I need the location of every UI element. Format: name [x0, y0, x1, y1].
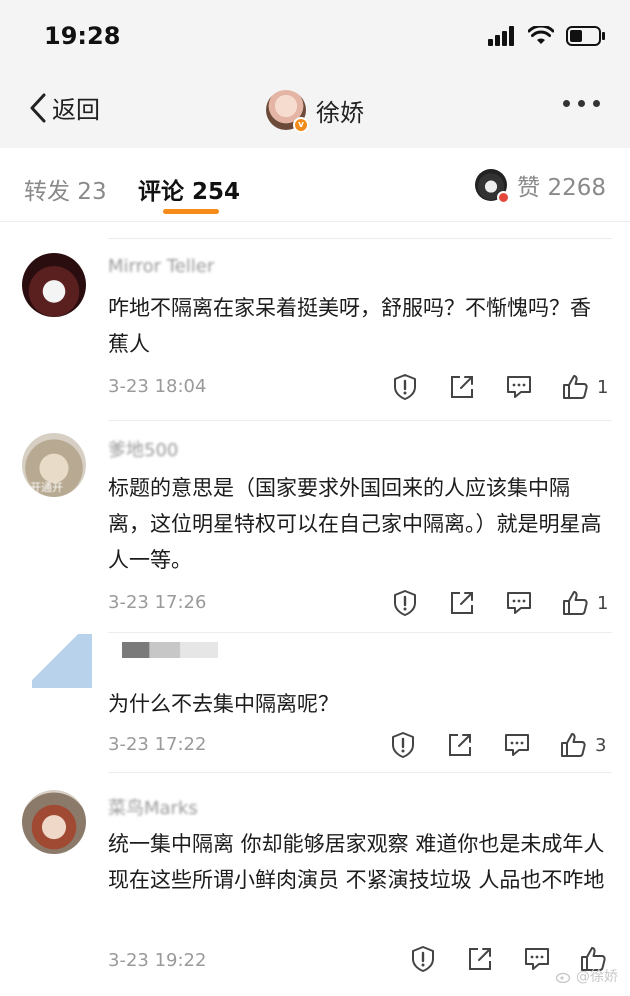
more-options-button[interactable]: [563, 100, 600, 107]
commenter-avatar[interactable]: 开通开: [22, 433, 86, 497]
comment-actions: 1: [390, 588, 608, 618]
report-button[interactable]: [390, 588, 420, 618]
more-dot-icon: [578, 100, 585, 107]
verified-badge-icon: v: [293, 117, 309, 133]
comment-text: 标题的意思是（国家要求外国回来的人应该集中隔离，这位明星特权可以在自己家中隔离。…: [108, 476, 602, 572]
reply-button[interactable]: [522, 944, 552, 974]
battery-icon: [566, 26, 605, 46]
more-dot-icon: [563, 100, 570, 107]
divider: [108, 420, 612, 421]
top-header: 19:28 返回 v 徐娇: [0, 0, 630, 148]
share-button[interactable]: [447, 588, 477, 618]
divider: [108, 238, 612, 239]
back-label: 返回: [52, 96, 100, 124]
tab-repost[interactable]: 转发 23: [24, 172, 107, 206]
thumbs-up-icon: [561, 733, 586, 757]
like-count: 3: [595, 734, 607, 756]
comment-text: 咋地不隔离在家呆着挺美呀，舒服吗？不惭愧吗？香蕉人: [108, 296, 591, 356]
divider: [108, 772, 612, 773]
comment-icon: [507, 376, 531, 398]
page-title: 徐娇: [316, 98, 364, 127]
thumbs-up-icon: [563, 591, 588, 615]
comment-icon: [507, 592, 531, 614]
comment-text: 统一集中隔离 你却能够居家观察 难道你也是未成年人 现在这些所谓小鲜肉演员 不紧…: [108, 832, 605, 892]
comment-text: 为什么不去集中隔离呢？: [108, 692, 339, 716]
avatar: [475, 169, 511, 204]
comment-icon: [525, 948, 549, 970]
like-count: 1: [597, 592, 609, 614]
reply-button[interactable]: [504, 372, 534, 402]
commenter-name[interactable]: 爹地500: [108, 436, 178, 462]
share-button[interactable]: [465, 944, 495, 974]
commenter-avatar[interactable]: [22, 253, 86, 317]
thumbs-up-icon: [563, 375, 588, 399]
commenter-name[interactable]: 菜鸟Marks: [108, 794, 198, 820]
status-icons: [488, 26, 606, 46]
share-icon: [449, 734, 471, 756]
report-button[interactable]: [390, 372, 420, 402]
watermark-text: @徐娇: [576, 969, 618, 985]
tab-likes[interactable]: 赞 2268: [475, 168, 606, 204]
back-button[interactable]: 返回: [28, 90, 100, 125]
active-tab-indicator: [163, 209, 219, 214]
commenter-name[interactable]: Mirror Teller: [108, 256, 214, 277]
like-button[interactable]: 3: [559, 731, 606, 759]
signal-icon: [488, 26, 514, 46]
likes-label: 赞 2268: [517, 175, 606, 201]
comment-actions: 1: [390, 372, 608, 402]
reply-button[interactable]: [502, 730, 532, 760]
weibo-logo-icon: [556, 972, 571, 983]
wifi-icon: [528, 26, 554, 44]
commenter-name-pixelated[interactable]: [122, 642, 218, 658]
comment-time: 3-23 18:04: [108, 376, 207, 397]
like-button[interactable]: 1: [561, 589, 608, 617]
report-button[interactable]: [408, 944, 438, 974]
report-icon: [394, 374, 416, 400]
comment-actions: 3: [388, 730, 606, 760]
report-icon: [394, 590, 416, 616]
comment-time: 3-23 17:26: [108, 592, 207, 613]
comment-time: 3-23 19:22: [108, 950, 207, 971]
share-button[interactable]: [447, 372, 477, 402]
avatar-overlay-text: 开通开: [30, 481, 63, 494]
commenter-avatar[interactable]: [32, 634, 92, 688]
reply-button[interactable]: [504, 588, 534, 618]
profile-header[interactable]: v 徐娇: [266, 90, 364, 133]
comment-icon: [505, 734, 529, 756]
more-dot-icon: [593, 100, 600, 107]
tab-comments[interactable]: 评论 254: [138, 172, 240, 206]
share-button[interactable]: [445, 730, 475, 760]
like-count: 1: [597, 376, 609, 398]
share-icon: [451, 376, 473, 398]
chevron-left-icon: [30, 93, 46, 122]
report-icon: [392, 732, 414, 758]
report-button[interactable]: [388, 730, 418, 760]
share-icon: [451, 592, 473, 614]
share-icon: [469, 948, 491, 970]
divider: [108, 632, 612, 633]
report-icon: [412, 946, 434, 972]
comment-time: 3-23 17:22: [108, 734, 207, 755]
avatar[interactable]: v: [266, 90, 309, 133]
watermark: @徐娇: [556, 966, 618, 986]
commenter-avatar[interactable]: [22, 790, 86, 854]
status-time: 19:28: [44, 22, 121, 50]
like-button[interactable]: 1: [561, 373, 608, 401]
